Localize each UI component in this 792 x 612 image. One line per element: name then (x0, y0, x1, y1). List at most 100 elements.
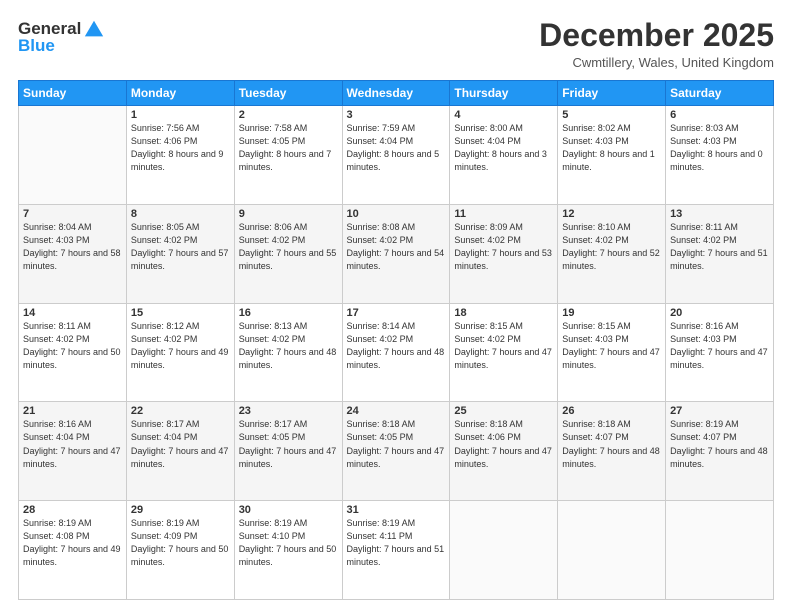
day-info: Sunrise: 8:09 AM Sunset: 4:02 PM Dayligh… (454, 221, 553, 273)
table-row: 9Sunrise: 8:06 AM Sunset: 4:02 PM Daylig… (234, 204, 342, 303)
table-row: 29Sunrise: 8:19 AM Sunset: 4:09 PM Dayli… (126, 501, 234, 600)
table-row (558, 501, 666, 600)
table-row: 6Sunrise: 8:03 AM Sunset: 4:03 PM Daylig… (666, 106, 774, 205)
table-row: 28Sunrise: 8:19 AM Sunset: 4:08 PM Dayli… (19, 501, 127, 600)
day-info: Sunrise: 8:15 AM Sunset: 4:02 PM Dayligh… (454, 320, 553, 372)
day-number: 31 (347, 504, 446, 516)
day-number: 16 (239, 307, 338, 319)
day-info: Sunrise: 8:05 AM Sunset: 4:02 PM Dayligh… (131, 221, 230, 273)
table-row: 21Sunrise: 8:16 AM Sunset: 4:04 PM Dayli… (19, 402, 127, 501)
day-number: 24 (347, 405, 446, 417)
day-number: 9 (239, 208, 338, 220)
day-number: 27 (670, 405, 769, 417)
logo: General Blue (18, 18, 105, 56)
table-row: 31Sunrise: 8:19 AM Sunset: 4:11 PM Dayli… (342, 501, 450, 600)
table-row (450, 501, 558, 600)
calendar-table: Sunday Monday Tuesday Wednesday Thursday… (18, 80, 774, 600)
day-info: Sunrise: 8:18 AM Sunset: 4:06 PM Dayligh… (454, 418, 553, 470)
col-wednesday: Wednesday (342, 81, 450, 106)
day-number: 10 (347, 208, 446, 220)
table-row (19, 106, 127, 205)
calendar-week-row: 21Sunrise: 8:16 AM Sunset: 4:04 PM Dayli… (19, 402, 774, 501)
table-row: 16Sunrise: 8:13 AM Sunset: 4:02 PM Dayli… (234, 303, 342, 402)
day-number: 4 (454, 109, 553, 121)
col-monday: Monday (126, 81, 234, 106)
table-row: 18Sunrise: 8:15 AM Sunset: 4:02 PM Dayli… (450, 303, 558, 402)
table-row: 15Sunrise: 8:12 AM Sunset: 4:02 PM Dayli… (126, 303, 234, 402)
day-number: 21 (23, 405, 122, 417)
day-info: Sunrise: 8:11 AM Sunset: 4:02 PM Dayligh… (670, 221, 769, 273)
day-number: 11 (454, 208, 553, 220)
day-info: Sunrise: 8:19 AM Sunset: 4:11 PM Dayligh… (347, 517, 446, 569)
day-number: 19 (562, 307, 661, 319)
day-number: 3 (347, 109, 446, 121)
col-tuesday: Tuesday (234, 81, 342, 106)
calendar-page: General Blue December 2025 Cwmtillery, W… (0, 0, 792, 612)
col-friday: Friday (558, 81, 666, 106)
table-row: 23Sunrise: 8:17 AM Sunset: 4:05 PM Dayli… (234, 402, 342, 501)
day-number: 2 (239, 109, 338, 121)
day-number: 28 (23, 504, 122, 516)
day-info: Sunrise: 8:12 AM Sunset: 4:02 PM Dayligh… (131, 320, 230, 372)
table-row: 24Sunrise: 8:18 AM Sunset: 4:05 PM Dayli… (342, 402, 450, 501)
table-row: 13Sunrise: 8:11 AM Sunset: 4:02 PM Dayli… (666, 204, 774, 303)
table-row: 14Sunrise: 8:11 AM Sunset: 4:02 PM Dayli… (19, 303, 127, 402)
table-row: 20Sunrise: 8:16 AM Sunset: 4:03 PM Dayli… (666, 303, 774, 402)
day-number: 30 (239, 504, 338, 516)
table-row: 30Sunrise: 8:19 AM Sunset: 4:10 PM Dayli… (234, 501, 342, 600)
table-row: 2Sunrise: 7:58 AM Sunset: 4:05 PM Daylig… (234, 106, 342, 205)
day-number: 7 (23, 208, 122, 220)
day-info: Sunrise: 8:19 AM Sunset: 4:09 PM Dayligh… (131, 517, 230, 569)
title-block: December 2025 Cwmtillery, Wales, United … (539, 18, 774, 70)
day-number: 17 (347, 307, 446, 319)
day-info: Sunrise: 8:08 AM Sunset: 4:02 PM Dayligh… (347, 221, 446, 273)
table-row: 10Sunrise: 8:08 AM Sunset: 4:02 PM Dayli… (342, 204, 450, 303)
day-info: Sunrise: 8:00 AM Sunset: 4:04 PM Dayligh… (454, 122, 553, 174)
calendar-week-row: 14Sunrise: 8:11 AM Sunset: 4:02 PM Dayli… (19, 303, 774, 402)
day-info: Sunrise: 8:14 AM Sunset: 4:02 PM Dayligh… (347, 320, 446, 372)
day-number: 25 (454, 405, 553, 417)
table-row: 19Sunrise: 8:15 AM Sunset: 4:03 PM Dayli… (558, 303, 666, 402)
location: Cwmtillery, Wales, United Kingdom (539, 55, 774, 70)
table-row: 26Sunrise: 8:18 AM Sunset: 4:07 PM Dayli… (558, 402, 666, 501)
table-row: 11Sunrise: 8:09 AM Sunset: 4:02 PM Dayli… (450, 204, 558, 303)
day-info: Sunrise: 8:03 AM Sunset: 4:03 PM Dayligh… (670, 122, 769, 174)
day-number: 23 (239, 405, 338, 417)
day-number: 5 (562, 109, 661, 121)
day-info: Sunrise: 8:06 AM Sunset: 4:02 PM Dayligh… (239, 221, 338, 273)
day-info: Sunrise: 8:19 AM Sunset: 4:07 PM Dayligh… (670, 418, 769, 470)
day-number: 12 (562, 208, 661, 220)
day-info: Sunrise: 7:56 AM Sunset: 4:06 PM Dayligh… (131, 122, 230, 174)
day-number: 26 (562, 405, 661, 417)
day-info: Sunrise: 8:16 AM Sunset: 4:03 PM Dayligh… (670, 320, 769, 372)
logo-icon (83, 18, 105, 40)
day-info: Sunrise: 8:19 AM Sunset: 4:08 PM Dayligh… (23, 517, 122, 569)
day-info: Sunrise: 8:19 AM Sunset: 4:10 PM Dayligh… (239, 517, 338, 569)
day-info: Sunrise: 8:10 AM Sunset: 4:02 PM Dayligh… (562, 221, 661, 273)
day-number: 14 (23, 307, 122, 319)
month-title: December 2025 (539, 18, 774, 53)
table-row (666, 501, 774, 600)
day-info: Sunrise: 8:11 AM Sunset: 4:02 PM Dayligh… (23, 320, 122, 372)
calendar-week-row: 7Sunrise: 8:04 AM Sunset: 4:03 PM Daylig… (19, 204, 774, 303)
table-row: 1Sunrise: 7:56 AM Sunset: 4:06 PM Daylig… (126, 106, 234, 205)
day-info: Sunrise: 8:13 AM Sunset: 4:02 PM Dayligh… (239, 320, 338, 372)
day-info: Sunrise: 8:02 AM Sunset: 4:03 PM Dayligh… (562, 122, 661, 174)
day-info: Sunrise: 8:17 AM Sunset: 4:05 PM Dayligh… (239, 418, 338, 470)
logo-blue: Blue (18, 36, 55, 56)
day-info: Sunrise: 8:15 AM Sunset: 4:03 PM Dayligh… (562, 320, 661, 372)
col-sunday: Sunday (19, 81, 127, 106)
table-row: 7Sunrise: 8:04 AM Sunset: 4:03 PM Daylig… (19, 204, 127, 303)
day-info: Sunrise: 7:59 AM Sunset: 4:04 PM Dayligh… (347, 122, 446, 174)
table-row: 25Sunrise: 8:18 AM Sunset: 4:06 PM Dayli… (450, 402, 558, 501)
calendar-week-row: 28Sunrise: 8:19 AM Sunset: 4:08 PM Dayli… (19, 501, 774, 600)
day-number: 20 (670, 307, 769, 319)
day-info: Sunrise: 8:18 AM Sunset: 4:07 PM Dayligh… (562, 418, 661, 470)
calendar-week-row: 1Sunrise: 7:56 AM Sunset: 4:06 PM Daylig… (19, 106, 774, 205)
day-number: 18 (454, 307, 553, 319)
day-info: Sunrise: 8:04 AM Sunset: 4:03 PM Dayligh… (23, 221, 122, 273)
table-row: 17Sunrise: 8:14 AM Sunset: 4:02 PM Dayli… (342, 303, 450, 402)
header: General Blue December 2025 Cwmtillery, W… (18, 18, 774, 70)
day-number: 6 (670, 109, 769, 121)
day-number: 22 (131, 405, 230, 417)
